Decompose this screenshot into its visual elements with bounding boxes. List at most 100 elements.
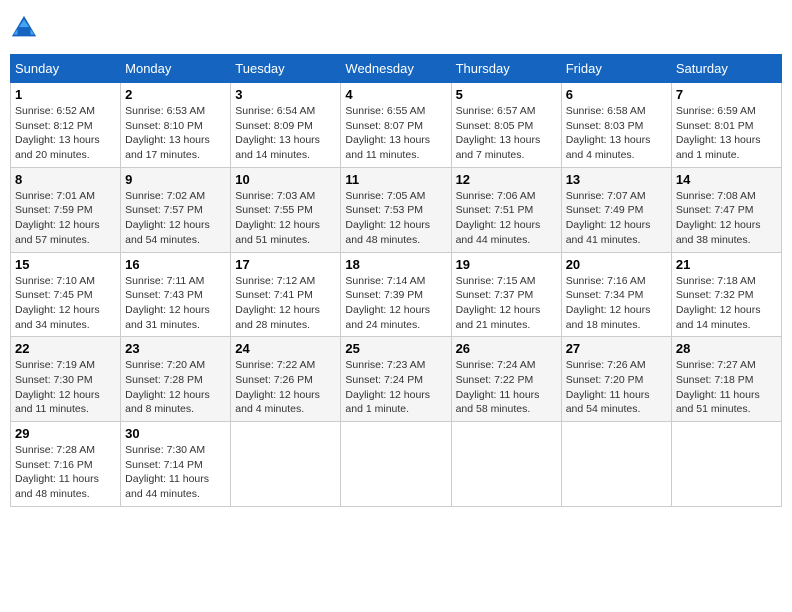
day-number: 7 — [676, 87, 777, 102]
day-number: 24 — [235, 341, 336, 356]
calendar-cell: 3 Sunrise: 6:54 AM Sunset: 8:09 PM Dayli… — [231, 83, 341, 168]
calendar-week-row: 8 Sunrise: 7:01 AM Sunset: 7:59 PM Dayli… — [11, 167, 782, 252]
logo-icon — [10, 14, 38, 42]
calendar-cell: 26 Sunrise: 7:24 AM Sunset: 7:22 PM Dayl… — [451, 337, 561, 422]
day-number: 19 — [456, 257, 557, 272]
day-header-friday: Friday — [561, 55, 671, 83]
calendar-cell: 23 Sunrise: 7:20 AM Sunset: 7:28 PM Dayl… — [121, 337, 231, 422]
day-info: Sunrise: 6:52 AM Sunset: 8:12 PM Dayligh… — [15, 104, 116, 163]
day-info: Sunrise: 7:26 AM Sunset: 7:20 PM Dayligh… — [566, 358, 667, 417]
calendar-table: SundayMondayTuesdayWednesdayThursdayFrid… — [10, 54, 782, 507]
day-info: Sunrise: 7:28 AM Sunset: 7:16 PM Dayligh… — [15, 443, 116, 502]
day-number: 28 — [676, 341, 777, 356]
day-info: Sunrise: 7:03 AM Sunset: 7:55 PM Dayligh… — [235, 189, 336, 248]
day-info: Sunrise: 7:10 AM Sunset: 7:45 PM Dayligh… — [15, 274, 116, 333]
day-info: Sunrise: 7:12 AM Sunset: 7:41 PM Dayligh… — [235, 274, 336, 333]
calendar-body: 1 Sunrise: 6:52 AM Sunset: 8:12 PM Dayli… — [11, 83, 782, 507]
day-number: 15 — [15, 257, 116, 272]
day-info: Sunrise: 7:07 AM Sunset: 7:49 PM Dayligh… — [566, 189, 667, 248]
calendar-cell: 12 Sunrise: 7:06 AM Sunset: 7:51 PM Dayl… — [451, 167, 561, 252]
day-number: 12 — [456, 172, 557, 187]
calendar-cell: 11 Sunrise: 7:05 AM Sunset: 7:53 PM Dayl… — [341, 167, 451, 252]
calendar-week-row: 1 Sunrise: 6:52 AM Sunset: 8:12 PM Dayli… — [11, 83, 782, 168]
day-info: Sunrise: 7:15 AM Sunset: 7:37 PM Dayligh… — [456, 274, 557, 333]
calendar-cell: 4 Sunrise: 6:55 AM Sunset: 8:07 PM Dayli… — [341, 83, 451, 168]
calendar-cell: 30 Sunrise: 7:30 AM Sunset: 7:14 PM Dayl… — [121, 422, 231, 507]
day-header-tuesday: Tuesday — [231, 55, 341, 83]
calendar-week-row: 29 Sunrise: 7:28 AM Sunset: 7:16 PM Dayl… — [11, 422, 782, 507]
day-number: 6 — [566, 87, 667, 102]
day-info: Sunrise: 7:20 AM Sunset: 7:28 PM Dayligh… — [125, 358, 226, 417]
day-number: 10 — [235, 172, 336, 187]
calendar-cell: 19 Sunrise: 7:15 AM Sunset: 7:37 PM Dayl… — [451, 252, 561, 337]
day-info: Sunrise: 7:18 AM Sunset: 7:32 PM Dayligh… — [676, 274, 777, 333]
day-header-sunday: Sunday — [11, 55, 121, 83]
day-number: 8 — [15, 172, 116, 187]
logo — [10, 14, 42, 42]
calendar-cell: 27 Sunrise: 7:26 AM Sunset: 7:20 PM Dayl… — [561, 337, 671, 422]
calendar-cell: 7 Sunrise: 6:59 AM Sunset: 8:01 PM Dayli… — [671, 83, 781, 168]
day-info: Sunrise: 7:22 AM Sunset: 7:26 PM Dayligh… — [235, 358, 336, 417]
calendar-cell: 18 Sunrise: 7:14 AM Sunset: 7:39 PM Dayl… — [341, 252, 451, 337]
calendar-cell: 15 Sunrise: 7:10 AM Sunset: 7:45 PM Dayl… — [11, 252, 121, 337]
day-info: Sunrise: 6:54 AM Sunset: 8:09 PM Dayligh… — [235, 104, 336, 163]
calendar-cell: 17 Sunrise: 7:12 AM Sunset: 7:41 PM Dayl… — [231, 252, 341, 337]
calendar-cell — [561, 422, 671, 507]
day-number: 20 — [566, 257, 667, 272]
day-number: 9 — [125, 172, 226, 187]
calendar-cell: 28 Sunrise: 7:27 AM Sunset: 7:18 PM Dayl… — [671, 337, 781, 422]
day-number: 25 — [345, 341, 446, 356]
day-info: Sunrise: 7:02 AM Sunset: 7:57 PM Dayligh… — [125, 189, 226, 248]
day-info: Sunrise: 7:27 AM Sunset: 7:18 PM Dayligh… — [676, 358, 777, 417]
day-info: Sunrise: 7:19 AM Sunset: 7:30 PM Dayligh… — [15, 358, 116, 417]
day-header-wednesday: Wednesday — [341, 55, 451, 83]
day-number: 29 — [15, 426, 116, 441]
calendar-cell: 9 Sunrise: 7:02 AM Sunset: 7:57 PM Dayli… — [121, 167, 231, 252]
calendar-cell: 29 Sunrise: 7:28 AM Sunset: 7:16 PM Dayl… — [11, 422, 121, 507]
day-number: 26 — [456, 341, 557, 356]
day-number: 23 — [125, 341, 226, 356]
calendar-cell: 20 Sunrise: 7:16 AM Sunset: 7:34 PM Dayl… — [561, 252, 671, 337]
calendar-cell: 24 Sunrise: 7:22 AM Sunset: 7:26 PM Dayl… — [231, 337, 341, 422]
day-info: Sunrise: 7:06 AM Sunset: 7:51 PM Dayligh… — [456, 189, 557, 248]
day-number: 5 — [456, 87, 557, 102]
calendar-cell: 1 Sunrise: 6:52 AM Sunset: 8:12 PM Dayli… — [11, 83, 121, 168]
day-info: Sunrise: 6:58 AM Sunset: 8:03 PM Dayligh… — [566, 104, 667, 163]
calendar-cell — [451, 422, 561, 507]
calendar-cell: 21 Sunrise: 7:18 AM Sunset: 7:32 PM Dayl… — [671, 252, 781, 337]
calendar-cell: 13 Sunrise: 7:07 AM Sunset: 7:49 PM Dayl… — [561, 167, 671, 252]
day-number: 1 — [15, 87, 116, 102]
day-number: 30 — [125, 426, 226, 441]
day-info: Sunrise: 7:23 AM Sunset: 7:24 PM Dayligh… — [345, 358, 446, 417]
calendar-cell — [341, 422, 451, 507]
day-info: Sunrise: 6:59 AM Sunset: 8:01 PM Dayligh… — [676, 104, 777, 163]
day-info: Sunrise: 7:01 AM Sunset: 7:59 PM Dayligh… — [15, 189, 116, 248]
calendar-cell: 25 Sunrise: 7:23 AM Sunset: 7:24 PM Dayl… — [341, 337, 451, 422]
day-number: 27 — [566, 341, 667, 356]
day-info: Sunrise: 6:53 AM Sunset: 8:10 PM Dayligh… — [125, 104, 226, 163]
day-info: Sunrise: 6:55 AM Sunset: 8:07 PM Dayligh… — [345, 104, 446, 163]
day-number: 14 — [676, 172, 777, 187]
day-number: 17 — [235, 257, 336, 272]
calendar-cell: 22 Sunrise: 7:19 AM Sunset: 7:30 PM Dayl… — [11, 337, 121, 422]
calendar-cell: 6 Sunrise: 6:58 AM Sunset: 8:03 PM Dayli… — [561, 83, 671, 168]
calendar-cell: 16 Sunrise: 7:11 AM Sunset: 7:43 PM Dayl… — [121, 252, 231, 337]
day-header-saturday: Saturday — [671, 55, 781, 83]
calendar-cell — [671, 422, 781, 507]
day-number: 4 — [345, 87, 446, 102]
day-info: Sunrise: 6:57 AM Sunset: 8:05 PM Dayligh… — [456, 104, 557, 163]
calendar-cell: 10 Sunrise: 7:03 AM Sunset: 7:55 PM Dayl… — [231, 167, 341, 252]
day-number: 21 — [676, 257, 777, 272]
day-info: Sunrise: 7:30 AM Sunset: 7:14 PM Dayligh… — [125, 443, 226, 502]
day-number: 18 — [345, 257, 446, 272]
day-number: 2 — [125, 87, 226, 102]
calendar-cell: 8 Sunrise: 7:01 AM Sunset: 7:59 PM Dayli… — [11, 167, 121, 252]
day-info: Sunrise: 7:14 AM Sunset: 7:39 PM Dayligh… — [345, 274, 446, 333]
calendar-cell — [231, 422, 341, 507]
day-info: Sunrise: 7:05 AM Sunset: 7:53 PM Dayligh… — [345, 189, 446, 248]
calendar-cell: 14 Sunrise: 7:08 AM Sunset: 7:47 PM Dayl… — [671, 167, 781, 252]
day-info: Sunrise: 7:24 AM Sunset: 7:22 PM Dayligh… — [456, 358, 557, 417]
calendar-cell: 5 Sunrise: 6:57 AM Sunset: 8:05 PM Dayli… — [451, 83, 561, 168]
day-number: 11 — [345, 172, 446, 187]
day-number: 3 — [235, 87, 336, 102]
